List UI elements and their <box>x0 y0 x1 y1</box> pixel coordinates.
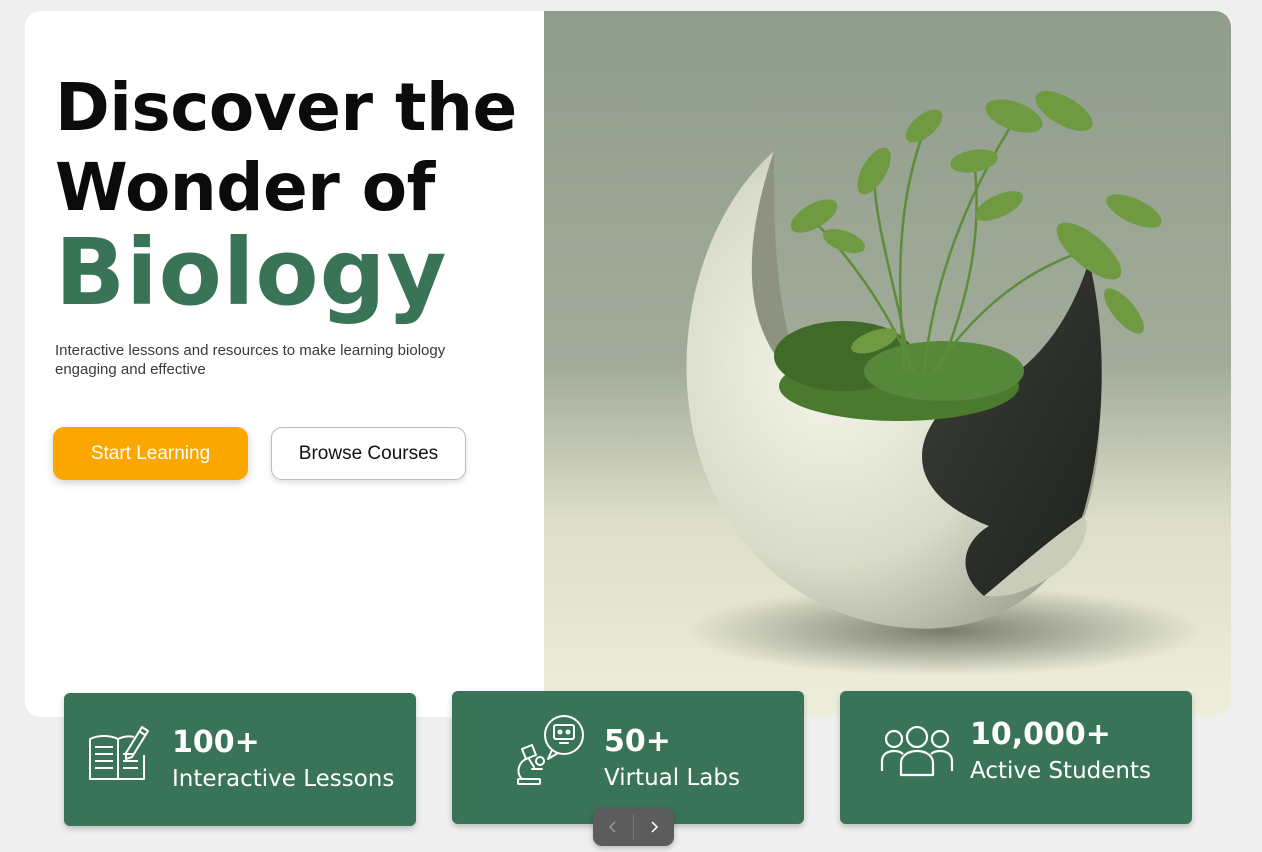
stat-card-labs: 50+ Virtual Labs <box>452 691 804 824</box>
stat-value: 50+ <box>604 724 671 759</box>
hero-title-highlight: Biology <box>55 219 448 326</box>
start-learning-button[interactable]: Start Learning <box>53 427 248 480</box>
carousel-nav <box>593 808 674 846</box>
hero-image <box>544 11 1231 717</box>
hero-subtitle: Interactive lessons and resources to mak… <box>55 342 446 378</box>
open-book-pencil-icon <box>89 726 149 780</box>
hero-title-line-2: Wonder of <box>55 149 435 226</box>
stat-label: Interactive Lessons <box>172 766 395 792</box>
stat-label: Virtual Labs <box>604 765 740 791</box>
chevron-right-icon <box>651 821 659 833</box>
hero-section: Discover the Wonder of Biology Interacti… <box>25 11 1231 717</box>
stat-value: 100+ <box>172 725 260 760</box>
browse-courses-button[interactable]: Browse Courses <box>271 427 466 480</box>
group-users-icon <box>880 725 954 777</box>
carousel-prev-button[interactable] <box>593 808 633 846</box>
stat-value: 10,000+ <box>970 717 1111 752</box>
hero-content: Discover the Wonder of Biology Interacti… <box>25 11 544 717</box>
carousel-next-button[interactable] <box>634 808 674 846</box>
stat-card-lessons: 100+ Interactive Lessons <box>64 693 416 826</box>
chevron-left-icon <box>608 821 616 833</box>
hero-title-line-1: Discover the <box>55 69 517 146</box>
microscope-monitor-icon <box>517 715 584 785</box>
plant-in-pot-image <box>684 90 1204 676</box>
stat-label: Active Students <box>970 758 1151 784</box>
stat-card-students: 10,000+ Active Students <box>840 691 1192 824</box>
